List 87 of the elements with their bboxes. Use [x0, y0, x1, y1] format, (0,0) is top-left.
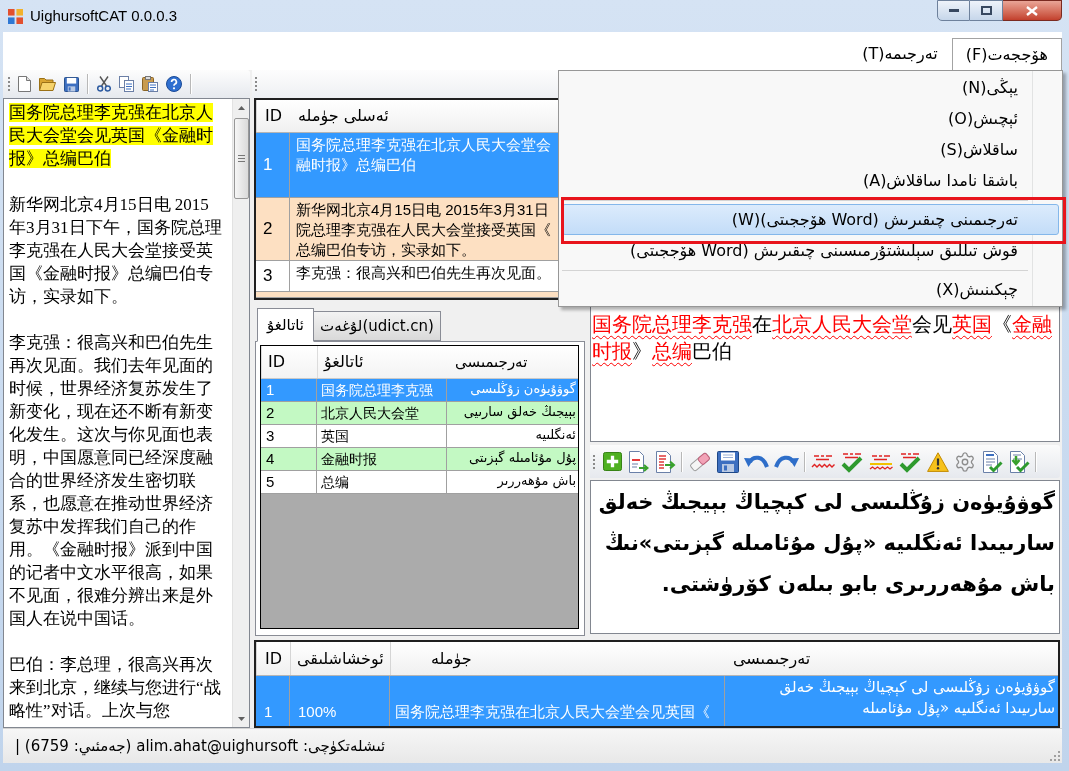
menu-item[interactable]: يېڭى(N)	[562, 72, 1059, 103]
resize-grip-icon[interactable]	[1050, 751, 1060, 761]
column-header[interactable]: ئاتالغۇ	[317, 346, 447, 378]
table-cell: 1	[256, 133, 290, 197]
table-cell: 3	[256, 261, 290, 291]
add-icon[interactable]	[603, 452, 622, 471]
table-cell-text: گوۋۇيۈەن زۇڭلىسى	[469, 380, 577, 399]
menu-bar-item[interactable]: ھۆججەت(F)	[951, 38, 1062, 70]
document-text-area[interactable]	[3, 98, 250, 728]
minimize-icon	[948, 9, 959, 12]
table-cell: 2	[261, 402, 317, 424]
table-cell-text: 国务院总理李克强在北京人民大会堂会 融时报》总编巴伯	[295, 135, 552, 175]
table-cell-text: 李克强：很高兴和巴伯先生再次见面。	[295, 263, 552, 283]
maximize-button[interactable]	[970, 0, 1003, 21]
table-cell: 北京人民大会堂	[317, 402, 447, 424]
menu-item[interactable]: باشقا نامدا ساقلاش(A)	[562, 165, 1059, 196]
paragraph: 李克强：很高兴和巴伯先生再次见面。我们去年见面的时候，世界经济复苏发生了新变化，现在还不断有新变化发生。这次与你见面也表明，中国愿意同已经深度融合的世界经济发生密切联系，也愿意在推动世界经济复苏中发挥我们自己的作用。《金融时报》派到中国的记者中文水平很高，如果不见面，很难分辨出来是外国人在说中国话。	[9, 332, 214, 630]
table-cell-text: ئەنگلىيە	[534, 426, 577, 444]
minimize-button[interactable]	[937, 0, 970, 21]
menu-bar-item[interactable]: تەرجىمە(T)	[848, 38, 952, 70]
table-cell: 4	[261, 448, 317, 470]
paragraph: 巴伯：李总理，很高兴再次来到北京，继续与您进行“战略性”对话。上次与您	[9, 654, 222, 722]
status-text: ئىشلەتكۈچى: alim.ahat@uighursoft (جەمئىي: 6759) |	[15, 735, 386, 758]
grip-lines-icon	[237, 155, 245, 162]
save-icon[interactable]	[64, 76, 79, 92]
window-title: UighursoftCAT 0.0.0.3	[30, 6, 178, 26]
scrollbar[interactable]	[232, 99, 249, 727]
table-cell: 5	[261, 471, 317, 493]
column-header[interactable]: ID	[256, 642, 290, 675]
check-mark-icon[interactable]	[898, 450, 922, 473]
table-cell-text: باش مۇھەررىر	[496, 472, 577, 491]
table-cell: 2	[256, 198, 290, 260]
menu-item[interactable]: چېكىنىش(X)	[562, 274, 1059, 305]
menu-item[interactable]: تەرجىمىنى چىقىرىش (Word ھۆججىتى)(W)	[562, 204, 1059, 235]
settings-icon[interactable]	[954, 450, 976, 473]
tab[interactable]: لۇغەت(udict.cn)	[314, 311, 441, 341]
app-icon	[8, 9, 23, 24]
source-text-field[interactable]: 国务院总理李克强在北京人民大会堂会见英国《金融时报》总编巴伯	[590, 306, 1060, 442]
help-icon[interactable]	[166, 76, 182, 92]
column-header[interactable]: ID	[261, 346, 317, 378]
menu-item[interactable]: ساقلاش(S)	[562, 134, 1059, 165]
table-cell-text: 新华网北京4月15日电 2015年3月31日 院总理李克强在人民大会堂接受英国《 总编巴伯专访，实录如下。	[295, 200, 552, 260]
column-header[interactable]: تەرجىمىسى	[725, 642, 1058, 675]
table-cell: 国务院总理李克强在北京人民大会堂会见英国《	[390, 676, 725, 726]
check-mark-icon[interactable]	[840, 450, 864, 473]
table-cell: 金融时报	[317, 448, 447, 470]
tab[interactable]: ئاتالغۇ	[257, 308, 315, 342]
column-header[interactable]: ئوخشاشلىقى	[290, 642, 390, 675]
table-cell: 3	[261, 425, 317, 447]
column-header[interactable]: ئەسلى جۈملە	[290, 100, 558, 132]
paragraph: 国务院总理李克强在北京人民大会堂会见英国《金融时报》总编巴伯	[9, 102, 214, 170]
close-button[interactable]	[1003, 0, 1062, 21]
document-check-icon[interactable]	[981, 450, 1003, 473]
copy-icon[interactable]	[119, 76, 134, 92]
document-download-icon[interactable]	[1008, 450, 1030, 473]
save-icon[interactable]	[717, 450, 739, 473]
scrollbar-thumb[interactable]	[233, 118, 249, 199]
table-row[interactable]: 2 新华网北京4月15日电 2015年3月31日 院总理李克强在人民大会堂接受英国《 总编巴伯专访，实录如下。	[256, 198, 558, 261]
document-export-icon[interactable]	[654, 450, 676, 473]
maximize-icon	[980, 6, 992, 15]
paragraph: 新华网北京4月15日电 2015年3月31日下午，国务院总理李克强在人民大会堂接受英国《金融时报》总编巴伯专访，实录如下。	[9, 194, 223, 308]
warning-icon[interactable]	[927, 451, 949, 472]
table-cell-text: پۇل مۇئامىلە گېزىتى	[467, 449, 577, 468]
table-cell: 国务院总理李克强	[317, 379, 447, 401]
clipboard-icon[interactable]	[142, 76, 158, 92]
table-cell: 英国	[317, 425, 447, 447]
down-arrow-icon[interactable]	[237, 716, 245, 721]
table-cell: 1	[261, 379, 317, 401]
table-cell: 100%	[290, 676, 390, 726]
table-cell: 总编	[317, 471, 447, 493]
column-header[interactable]: ID	[256, 100, 290, 132]
up-arrow-icon[interactable]	[237, 105, 245, 110]
menu-item[interactable]: قوش تىللىق سېلىشتۇرمىسىنى چىقىرىش (Word ھۆججىتى)	[562, 235, 1059, 266]
menu-item[interactable]: ئېچىش(O)	[562, 103, 1059, 134]
table-cell-text: بېيجىڭ خەلق سارىيى	[462, 403, 577, 422]
table-cell-text: گوۋۇيۈەن زۇڭلىسى لى كېچياڭ بېيجىڭ خەلق سارىيىدا ئەنگلىيە «پۇل مۇئامىلە	[778, 677, 1056, 719]
target-text-field[interactable]: گوۋۇيۈەن زۇڭلىسى لى كېچياڭ بېيجىڭ خەلق سارىيىدا ئەنگلىيە «پۇل مۇئامىلە گېزىتى»نىڭ باش مۇھەررىرى بابو بىلەن كۆرۈشتى.	[590, 480, 1060, 634]
folder-icon[interactable]	[39, 77, 56, 91]
document-remove-icon[interactable]	[627, 450, 649, 473]
new-file-icon[interactable]	[18, 76, 31, 92]
table-cell: 1	[256, 676, 290, 726]
double-underline-icon[interactable]	[869, 452, 893, 471]
table-row[interactable]: 3 李克强：很高兴和巴伯先生再次见面。	[256, 261, 558, 292]
close-icon	[1026, 5, 1038, 16]
column-header[interactable]: جۈملە	[390, 642, 725, 675]
scissors-icon[interactable]	[97, 76, 111, 92]
column-header[interactable]: تەرجىمىسى	[447, 346, 578, 378]
